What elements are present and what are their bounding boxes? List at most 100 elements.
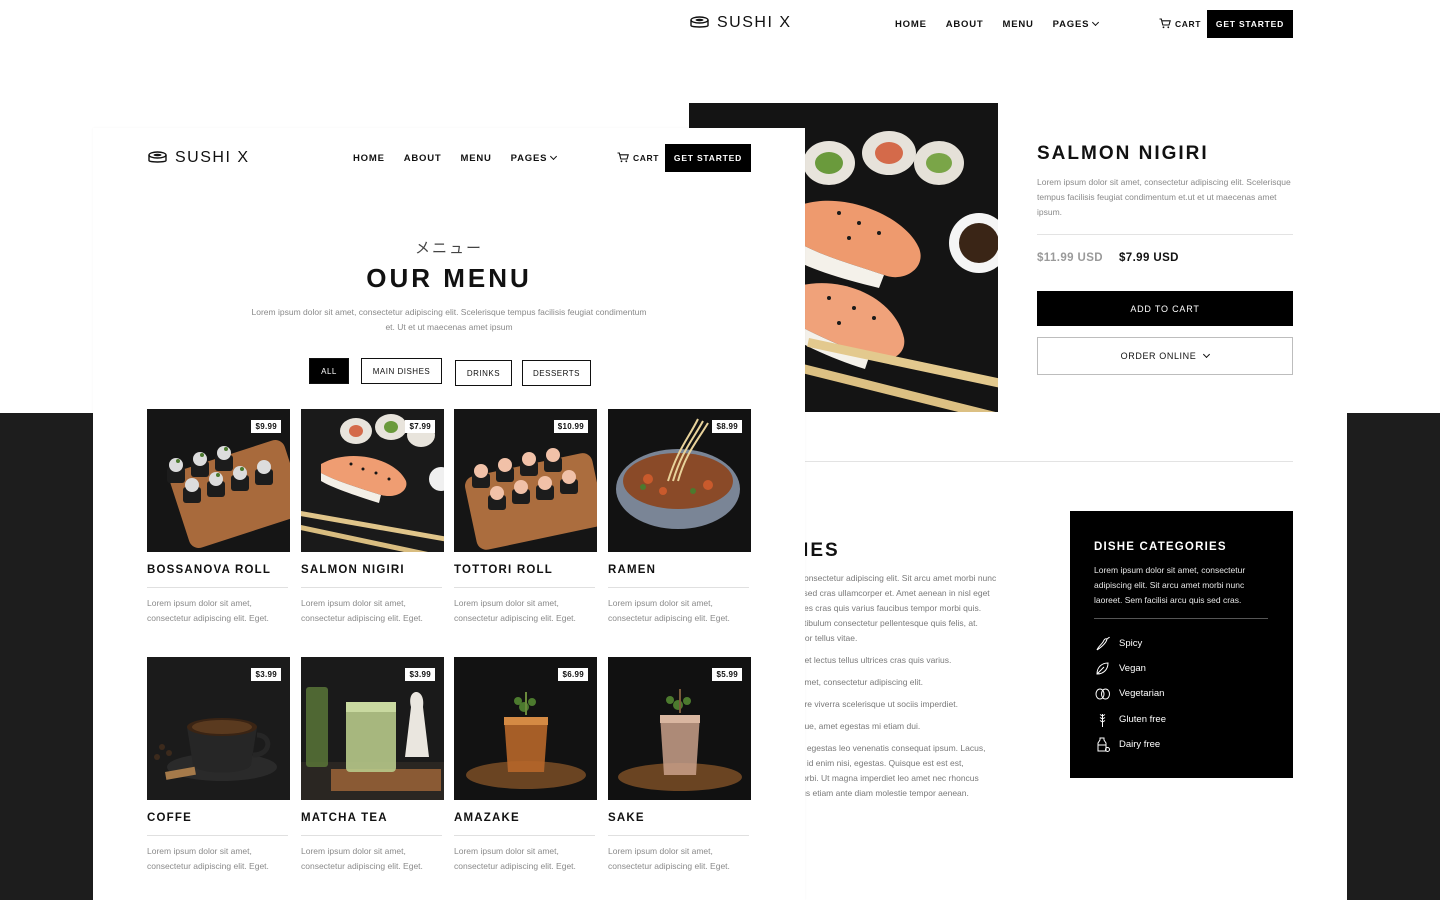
price-badge: $9.99 (251, 420, 281, 433)
cart-link[interactable]: CART (617, 152, 659, 163)
text-line: , consectetur adipiscing elit. Sit arcu … (795, 573, 997, 583)
nav-pages-label: PAGES (510, 153, 548, 164)
nav-home[interactable]: HOME (895, 19, 927, 30)
category-dairy-free[interactable]: Dairy free (1094, 732, 1166, 757)
divider (301, 587, 442, 588)
menu-item-name: TOTTORI ROLL (454, 564, 553, 576)
current-price: $7.99 USD (1119, 252, 1179, 264)
milk-icon (1097, 737, 1110, 752)
nav-about[interactable]: ABOUT (404, 153, 442, 164)
menu-card-image: $5.99 (608, 657, 751, 800)
menu-card-image: $10.99 (454, 409, 597, 552)
category-vegetarian[interactable]: Vegetarian (1094, 681, 1166, 706)
nav-home[interactable]: HOME (353, 153, 385, 164)
menu-card-image: $3.99 (147, 657, 290, 800)
get-started-button[interactable]: GET STARTED (1207, 10, 1293, 38)
menu-card[interactable]: $6.99 AMAZAKE Lorem ipsum dolor sit amet… (454, 657, 597, 871)
get-started-button[interactable]: GET STARTED (665, 144, 751, 172)
divider (608, 835, 749, 836)
text-line: is sed cras ullamcorper et. Amet aenean … (795, 588, 990, 598)
cart-icon (1159, 18, 1171, 29)
product-description: Lorem ipsum dolor sit amet, consectetur … (1037, 177, 1291, 217)
text-line: morbi. Ut magna imperdiet leo amet nec r… (795, 773, 979, 783)
text-line: t amet, consectetur adipiscing elit. (795, 677, 924, 687)
menu-item-description: Lorem ipsum dolor sit amet, consectetur … (147, 846, 269, 871)
menu-card[interactable]: $10.99 TOTTORI ROLL Lorem ipsum dolor si… (454, 409, 597, 623)
cart-label: CART (1175, 18, 1202, 29)
menu-card[interactable]: $8.99 RAMEN Lorem ipsum dolor sit amet, … (608, 409, 751, 623)
divider (147, 835, 288, 836)
divider (608, 587, 749, 588)
old-price: $11.99 USD (1037, 252, 1104, 264)
menu-card[interactable]: $3.99 COFFE Lorem ipsum dolor sit amet, … (147, 657, 290, 871)
nav-pages[interactable]: PAGES (510, 152, 558, 164)
menu-description: Lorem ipsum dolor sit amet, consectetur … (251, 307, 647, 332)
cart-label: CART (633, 152, 660, 163)
nav-links: HOME ABOUT MENU PAGES (895, 18, 1100, 30)
categories-list: Spicy Vegan Vegetarian Gluten free Dairy… (1094, 631, 1166, 757)
menu-item-description: Lorem ipsum dolor sit amet, consectetur … (454, 846, 576, 871)
filter-desserts[interactable]: DESSERTS (522, 360, 591, 386)
menu-card[interactable]: $3.99 MATCHA TEA Lorem ipsum dolor sit a… (301, 657, 444, 871)
menu-item-name: SAKE (608, 812, 645, 824)
order-online-label: ORDER ONLINE (1120, 351, 1197, 361)
nav-menu[interactable]: MENU (460, 153, 491, 164)
text-line: eu id enim nisi, egestas. Quisque est es… (795, 758, 964, 768)
menu-item-name: SALMON NIGIRI (301, 564, 405, 576)
brand-logo[interactable]: SUSHI X (148, 149, 250, 167)
divider (1037, 234, 1293, 235)
filter-all[interactable]: ALL (309, 358, 349, 384)
dish-categories-panel: DISHE CATEGORIES Lorem ipsum dolor sit a… (1070, 511, 1293, 778)
menu-card[interactable]: $5.99 SAKE Lorem ipsum dolor sit amet, c… (608, 657, 751, 871)
menu-item-description: Lorem ipsum dolor sit amet, consectetur … (147, 598, 269, 623)
text-line: estibulum consectetur pellentesque quis … (795, 618, 978, 628)
text-line: rices cras quis varius faucibus tempor m… (795, 603, 982, 613)
text-line: uere viverra scelerisque ut sociis imper… (795, 699, 958, 709)
category-spicy[interactable]: Spicy (1094, 631, 1166, 656)
menu-item-description: Lorem ipsum dolor sit amet, consectetur … (301, 598, 423, 623)
price-badge: $10.99 (553, 420, 588, 433)
menu-item-name: MATCHA TEA (301, 812, 388, 824)
text-line: eque, amet egestas mi etiam dui. (795, 721, 921, 731)
dishes-text: , consectetur adipiscing elit. Sit arcu … (795, 571, 1040, 801)
menu-item-description: Lorem ipsum dolor sit amet, consectetur … (608, 598, 730, 623)
price-badge: $6.99 (558, 668, 588, 681)
category-label: Spicy (1119, 638, 1143, 650)
menu-title: OUR MENU (366, 263, 532, 293)
brand-name: SUSHI X (175, 149, 250, 166)
price-badge: $8.99 (712, 420, 742, 433)
nav-about[interactable]: ABOUT (946, 19, 984, 30)
menu-subtitle-japanese: メニュー (414, 239, 483, 257)
nav-pages[interactable]: PAGES (1053, 18, 1100, 30)
category-label: Dairy free (1119, 738, 1161, 750)
order-online-dropdown[interactable]: ORDER ONLINE (1037, 337, 1293, 375)
price-badge: $5.99 (712, 668, 742, 681)
menu-card[interactable]: $9.99 BOSSANOVA ROLL Lorem ipsum dolor s… (147, 409, 290, 623)
chevron-down-icon (1092, 18, 1100, 27)
nav-menu[interactable]: MENU (1002, 19, 1033, 30)
text-line: ortor tellus vitae. (795, 633, 858, 643)
menu-item-description: Lorem ipsum dolor sit amet, consectetur … (608, 846, 730, 871)
filter-main-dishes[interactable]: MAIN DISHES (361, 358, 442, 384)
sushi-logo-icon (148, 151, 167, 163)
brand-name: SUSHI X (717, 14, 792, 31)
cart-icon (617, 152, 629, 163)
text-line: ed egestas leo venenatis consequat ipsum… (795, 743, 986, 753)
text-line: eget lectus tellus ultrices cras quis va… (795, 655, 952, 665)
menu-page-preview: SUSHI X HOME ABOUT MENU PAGES CART GET S… (93, 128, 805, 900)
eggs-icon (1095, 688, 1110, 700)
divider (147, 587, 288, 588)
category-vegan[interactable]: Vegan (1094, 656, 1166, 681)
menu-item-description: Lorem ipsum dolor sit amet, consectetur … (454, 598, 576, 623)
cart-link[interactable]: CART (1159, 18, 1201, 29)
category-gluten-free[interactable]: Gluten free (1094, 707, 1166, 732)
chevron-down-icon (1203, 350, 1211, 358)
top-navigation: SUSHI X HOME ABOUT MENU PAGES CART GET S… (635, 0, 1347, 48)
menu-card-image: $8.99 (608, 409, 751, 552)
menu-card[interactable]: $7.99 SALMON NIGIRI Lorem ipsum dolor si… (301, 409, 444, 623)
menu-item-name: RAMEN (608, 564, 657, 576)
add-to-cart-button[interactable]: ADD TO CART (1037, 291, 1293, 326)
category-label: Gluten free (1119, 713, 1166, 725)
brand-logo[interactable]: SUSHI X (690, 14, 792, 32)
filter-drinks[interactable]: DRINKS (455, 360, 512, 386)
